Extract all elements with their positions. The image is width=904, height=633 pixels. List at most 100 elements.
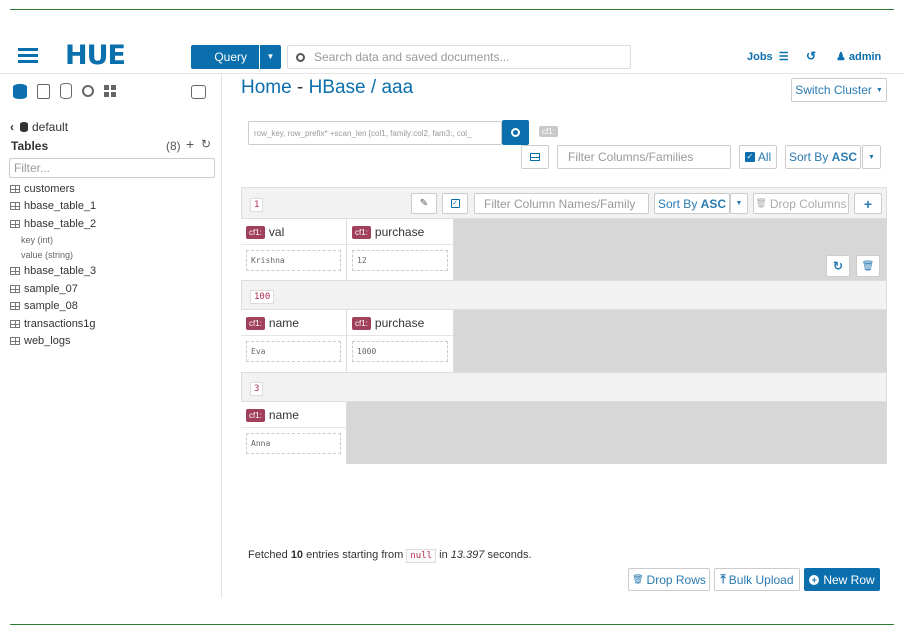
cell-header: cf1: purchase [347,219,453,245]
sort-by-button[interactable]: Sort By ASC [785,145,861,169]
bulk-upload-button[interactable]: ⤒ Bulk Upload [714,568,800,591]
cf-badge: cf1: [246,317,265,331]
cell-value[interactable]: 1000 [352,341,448,362]
table-name: hbase_table_2 [24,218,97,230]
breadcrumb-table[interactable]: aaa [381,77,413,98]
breadcrumb-slash: / [365,77,382,98]
breadcrumb-home[interactable]: Home [241,77,292,98]
search-docs-icon[interactable] [82,85,94,97]
add-table-icon[interactable]: + [186,136,194,152]
delete-row-button[interactable]: 🗑 [856,255,880,277]
assist-panel-icon[interactable] [191,85,206,99]
cell-value[interactable]: Eva [246,341,341,362]
table-icon [10,220,20,228]
cf-badge: cf1: [352,317,371,331]
row-header-1[interactable]: 1 ✎ ✓ Filter Column Names/Family Sort By… [241,187,887,219]
user-menu[interactable]: ♟ admin [836,50,881,64]
back-to-databases[interactable]: ‹ default [10,120,68,134]
sort-by-label: Sort By [657,196,698,211]
database-icon[interactable] [13,84,27,99]
row-key[interactable]: 100 [250,290,275,304]
row-header-100[interactable]: 100 [241,280,887,310]
cell-value[interactable]: 12 [352,250,448,271]
select-all-button[interactable]: ✓ All [739,145,777,169]
new-row-button[interactable]: + New Row [804,568,880,591]
table-item-hbase-table-3[interactable]: hbase_table_3 [10,265,96,277]
cell-header: cf1: name [241,402,346,428]
drop-columns-button[interactable]: 🗑 Drop Columns [753,193,849,214]
table-item-hbase-table-2[interactable]: hbase_table_2 [10,218,96,230]
column-name: purchase [374,225,425,239]
refresh-row-button[interactable]: ↻ [826,255,850,277]
database-name: default [32,120,69,134]
hue-logo[interactable]: HUE [65,40,126,71]
switch-cluster-button[interactable]: Switch Cluster ▼ [791,78,887,102]
table-item-hbase-table-1[interactable]: hbase_table_1 [10,200,96,212]
search-input[interactable]: Search data and saved documents... [314,50,509,64]
checkbox-icon: ✓ [450,199,460,208]
history-icon[interactable]: ↺ [806,49,816,63]
row-sort-dropdown[interactable]: ▼ [730,193,748,214]
sidebar: ‹ default Tables (8) + ↻ Filter... custo… [0,74,222,598]
table-item-sample-08[interactable]: sample_08 [10,300,78,312]
table-name: transactions1g [24,318,96,330]
table-item-sample-07[interactable]: sample_07 [10,283,78,295]
table-item-web-logs[interactable]: web_logs [10,335,70,347]
row-edit-icon[interactable]: ✎ [411,193,437,214]
cf-filter-tag[interactable]: cf1: [539,126,558,137]
grid-icon[interactable] [104,85,117,97]
column-value[interactable]: value (string) [21,250,73,260]
fetch-suffix: seconds. [484,549,532,561]
row-key[interactable]: 1 [250,198,264,212]
jobs-button[interactable]: Jobs ☰ [747,50,789,64]
cell-value[interactable]: Krishna [246,250,341,271]
bottom-border [10,624,894,625]
global-search[interactable]: Search data and saved documents... [287,45,631,69]
plus-circle-icon: + [809,574,820,585]
filter-column-names-input[interactable]: Filter Column Names/Family [474,193,649,214]
table-filter-input[interactable]: Filter... [9,158,215,178]
fetch-count: 10 [290,549,304,561]
add-column-button[interactable]: + [854,193,882,214]
switch-cluster-label: Switch Cluster [795,83,872,97]
column-families-grid-button[interactable] [521,145,549,169]
hbase-icon[interactable] [60,83,72,99]
table-icon [10,320,20,328]
query-dropdown-icon[interactable]: ▼ [259,45,281,69]
table-item-transactions1g[interactable]: transactions1g [10,318,96,330]
hamburger-menu-icon[interactable] [18,48,38,64]
fetch-in: in [436,549,451,561]
run-query-button[interactable] [502,120,529,145]
row-select-button[interactable]: ✓ [442,193,468,214]
breadcrumb-hbase[interactable]: HBase [309,77,366,98]
table-item-customers[interactable]: customers [10,183,75,195]
row-sort-button[interactable]: Sort By ASC [654,193,730,214]
new-row-label: New Row [823,572,875,587]
row-1-body: cf1: val Krishna cf1: purchase 12 ↻ 🗑 [241,219,887,280]
drop-rows-button[interactable]: 🗑 Drop Rows [628,568,710,591]
column-name: name [268,316,299,330]
sort-dir-label: ASC [700,196,727,211]
caret-down-icon: ▼ [875,86,883,94]
table-name: sample_08 [24,300,78,312]
documents-icon[interactable] [37,84,50,99]
table-icon [10,302,20,310]
refresh-tables-icon[interactable]: ↻ [201,137,211,151]
filter-columns-input[interactable]: Filter Columns/Families [557,145,731,169]
row-key[interactable]: 3 [250,382,264,396]
cell[interactable]: cf1: purchase 12 [347,219,454,280]
cell-value[interactable]: Anna [246,433,341,454]
trash-icon: 🗑 [755,198,767,208]
query-button[interactable]: Query ▼ [191,45,281,69]
cell[interactable]: cf1: name Anna [241,402,347,464]
row-query-input[interactable]: row_key, row_prefix* +scan_len [col1, fa… [248,121,502,145]
column-key[interactable]: key (int) [21,235,53,245]
cell[interactable]: cf1: val Krishna [241,219,347,280]
cf-badge: cf1: [246,226,265,240]
sort-dropdown-button[interactable]: ▼ [862,145,881,169]
table-name: sample_07 [24,283,78,295]
cell[interactable]: cf1: purchase 1000 [347,310,454,372]
table-icon [10,267,20,275]
row-header-3[interactable]: 3 [241,372,887,402]
cell[interactable]: cf1: name Eva [241,310,347,372]
